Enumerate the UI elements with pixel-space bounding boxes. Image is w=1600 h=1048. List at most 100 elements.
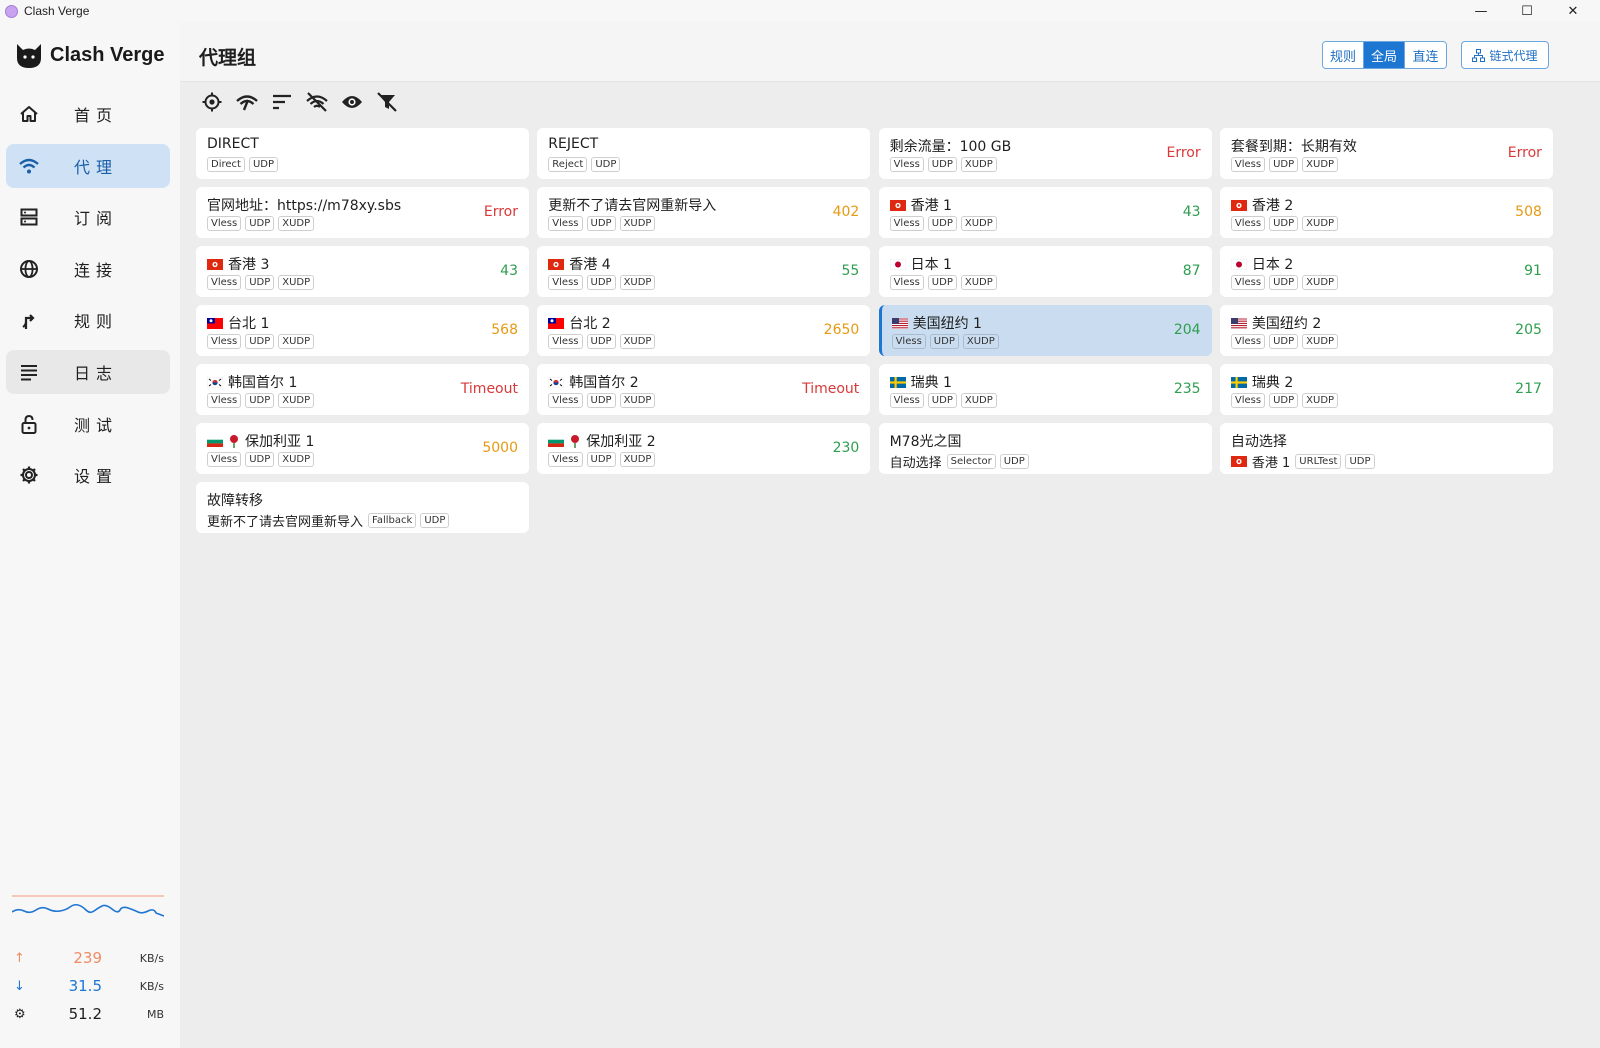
filter-button[interactable] [375,90,399,114]
proxy-card[interactable]: 保加利亚 1 Vless UDP XUDP 5000 [196,423,529,474]
mode-direct-button[interactable]: 直连 [1405,42,1446,68]
sidebar-item-test[interactable]: 测试 [6,402,170,446]
proxy-card[interactable]: 自动选择 香港 1 URLTest UDP [1219,423,1553,474]
sidebar-item-rules[interactable]: 规则 [6,298,170,342]
proxy-type-tag: XUDP [1302,393,1339,408]
sidebar-item-proxy[interactable]: 代理 [6,143,170,188]
proxy-delay[interactable]: 87 [1183,263,1201,279]
proxy-card[interactable]: 日本 2 Vless UDP XUDP 91 [1219,246,1553,297]
proxy-delay[interactable]: 568 [491,322,518,338]
proxy-tags: Vless UDP XUDP [891,334,1003,349]
proxy-type-tag: UDP [245,216,275,231]
proxy-name-row: 瑞典 1 [889,372,952,392]
mode-global-button[interactable]: 全局 [1364,42,1405,68]
proxy-card[interactable]: REJECT Reject UDP [537,128,871,179]
proxy-tags: Direct UDP [207,157,282,172]
speed-test-button[interactable] [235,90,259,114]
window-title: Clash Verge [24,4,90,18]
proxy-card[interactable]: 香港 1 Vless UDP XUDP 43 [878,187,1212,238]
proxy-delay[interactable]: Error [1166,145,1200,161]
proxy-card[interactable]: 香港 2 Vless UDP XUDP 508 [1219,187,1553,238]
proxy-tags: Vless UDP XUDP [889,157,1001,172]
close-button[interactable]: ✕ [1550,0,1596,22]
proxy-card[interactable]: 韩国首尔 1 Vless UDP XUDP Timeout [196,364,529,415]
proxy-card[interactable]: 故障转移 更新不了请去官网重新导入 Fallback UDP [196,482,529,533]
sidebar-item-home[interactable]: 首页 [6,92,170,136]
proxy-card[interactable]: 更新不了请去官网重新导入 Vless UDP XUDP 402 [537,187,871,238]
cat-logo-icon [17,44,41,68]
proxy-name: 瑞典 2 [1251,375,1294,391]
proxy-delay[interactable]: 55 [841,263,859,279]
proxy-delay[interactable]: 91 [1524,263,1542,279]
proxy-name: 台北 2 [569,316,611,332]
proxy-delay[interactable]: 205 [1515,322,1542,338]
chain-proxy-button[interactable]: 链式代理 [1461,41,1549,69]
proxy-card[interactable]: 美国纽约 2 Vless UDP XUDP 205 [1219,305,1553,356]
sidebar-item-subscription[interactable]: 订阅 [6,195,170,239]
minimize-button[interactable]: — [1458,0,1504,22]
proxy-type-tag: UDP [1345,454,1375,469]
proxy-tags: Reject UDP [548,157,624,172]
proxy-delay[interactable]: 217 [1515,381,1542,397]
proxy-type-tag: UDP [245,393,275,408]
proxy-card[interactable]: 日本 1 Vless UDP XUDP 87 [878,246,1212,297]
main-panel: 代理组 规则 全局 直连 链式代理 DIRECT Direct UDP REJE… [180,22,1600,1048]
proxy-card[interactable]: 瑞典 1 Vless UDP XUDP 235 [878,364,1212,415]
proxy-type-tag: Fallback [368,513,417,528]
proxy-delay[interactable]: 230 [833,440,860,456]
proxy-tags: Vless UDP XUDP [1230,157,1342,172]
proxy-name-row: 故障转移 [207,490,263,510]
proxy-delay[interactable]: 204 [1174,322,1201,338]
proxy-card[interactable]: 香港 4 Vless UDP XUDP 55 [537,246,871,297]
download-value: 31.5 [68,977,102,995]
proxy-type-tag: Reject [548,157,588,172]
proxy-delay[interactable]: 508 [1515,204,1542,220]
proxy-name-row: 瑞典 2 [1230,372,1294,392]
proxy-delay[interactable]: Error [1508,145,1542,161]
proxy-tags: Vless UDP XUDP [548,334,659,349]
sidebar-item-logs[interactable]: 日志 [6,349,170,394]
proxy-name: 剩余流量：100 GB [889,139,1012,155]
proxy-delay[interactable]: 2650 [824,322,860,338]
proxy-card[interactable]: 瑞典 2 Vless UDP XUDP 217 [1219,364,1553,415]
proxy-delay[interactable]: 5000 [482,440,518,456]
proxy-delay[interactable]: 235 [1174,381,1201,397]
hide-unavailable-button[interactable] [305,90,329,114]
sidebar-item-settings[interactable]: 设置 [6,453,170,497]
rose-icon [230,435,238,448]
proxy-card[interactable]: 剩余流量：100 GB Vless UDP XUDP Error [878,128,1212,179]
proxy-card[interactable]: DIRECT Direct UDP [196,128,529,179]
proxy-card[interactable]: M78光之国 自动选择 Selector UDP [878,423,1212,474]
proxy-card[interactable]: 台北 1 Vless UDP XUDP 568 [196,305,529,356]
maximize-button[interactable]: ☐ [1504,0,1550,22]
proxy-name: 日本 2 [1251,257,1294,273]
proxy-name-row: 台北 1 [207,313,269,333]
view-toggle-button[interactable] [340,90,364,114]
proxy-card[interactable]: 保加利亚 2 Vless UDP XUDP 230 [537,423,871,474]
proxy-name: 保加利亚 2 [586,434,656,450]
proxy-delay[interactable]: 43 [1183,204,1201,220]
proxy-delay[interactable]: 43 [500,263,518,279]
sort-button[interactable] [270,90,294,114]
proxy-delay[interactable]: 402 [833,204,860,220]
proxy-name: 故障转移 [207,493,263,509]
proxy-card[interactable]: 香港 3 Vless UDP XUDP 43 [196,246,529,297]
proxy-card[interactable]: 台北 2 Vless UDP XUDP 2650 [537,305,871,356]
mode-rule-button[interactable]: 规则 [1323,42,1364,68]
speed-test-icon [236,95,258,111]
proxy-type-tag: XUDP [960,216,997,231]
sidebar-item-connections[interactable]: 连接 [6,247,170,291]
eye-icon [342,96,362,108]
proxy-card[interactable]: 美国纽约 1 Vless UDP XUDP 204 [878,305,1212,356]
locate-button[interactable] [200,90,224,114]
proxy-card[interactable]: 套餐到期：长期有效 Vless UDP XUDP Error [1219,128,1553,179]
proxy-name-row: 美国纽约 2 [1230,313,1321,333]
proxy-delay[interactable]: Error [484,204,518,220]
proxy-tags: Vless UDP XUDP [548,452,659,467]
proxy-card[interactable]: 官网地址：https://m78xy.sbs Vless UDP XUDP Error [196,187,529,238]
page-title: 代理组 [199,47,257,69]
memory-icon: ⚙ [14,1006,26,1022]
proxy-delay[interactable]: Timeout [802,381,859,397]
proxy-delay[interactable]: Timeout [461,381,518,397]
proxy-card[interactable]: 韩国首尔 2 Vless UDP XUDP Timeout [537,364,871,415]
